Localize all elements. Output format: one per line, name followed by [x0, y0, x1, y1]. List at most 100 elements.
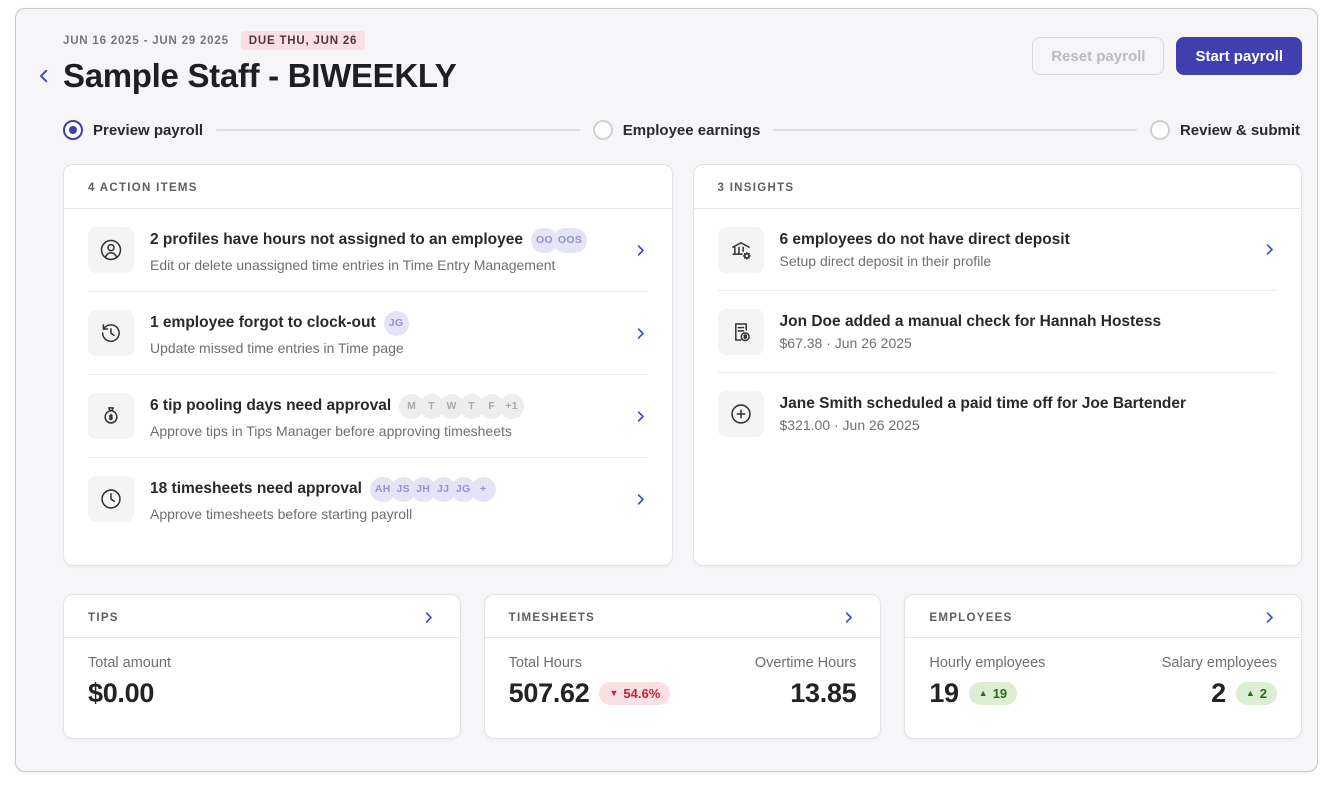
title-row: Sample Staff - BIWEEKLY	[34, 57, 456, 95]
delta-value: 2	[1260, 686, 1267, 701]
insight-paid-time-off[interactable]: Jane Smith scheduled a paid time off for…	[694, 373, 1302, 454]
step-review-submit[interactable]: Review & submit	[1150, 120, 1300, 140]
step-radio-icon	[593, 120, 613, 140]
step-label: Employee earnings	[623, 122, 761, 139]
action-item-body: 1 employee forgot to clock-out JG Update…	[150, 311, 409, 356]
day-badge: +1	[499, 394, 524, 419]
action-item-timesheets[interactable]: 18 timesheets need approval AH JS JH JJ …	[64, 458, 672, 540]
triangle-up-icon: ▲	[979, 689, 988, 698]
action-item-subtitle: Edit or delete unassigned time entries i…	[150, 257, 587, 273]
chevron-right-icon[interactable]	[421, 610, 436, 625]
action-items-header: 4 ACTION ITEMS	[64, 165, 672, 209]
action-item-title: 1 employee forgot to clock-out	[150, 314, 376, 332]
action-item-subtitle: Approve tips in Tips Manager before appr…	[150, 423, 524, 439]
step-radio-icon	[63, 120, 83, 140]
chevron-right-icon[interactable]	[1262, 242, 1277, 257]
profile-badges: JG	[384, 311, 409, 336]
payroll-stepper: Preview payroll Employee earnings Review…	[63, 120, 1300, 140]
insight-manual-check[interactable]: Jon Doe added a manual check for Hannah …	[694, 291, 1302, 372]
chevron-right-icon[interactable]	[633, 243, 648, 258]
step-connector	[773, 129, 1137, 131]
start-payroll-button[interactable]: Start payroll	[1176, 37, 1302, 75]
user-circle-icon	[88, 227, 134, 273]
action-item-unassigned-hours[interactable]: 2 profiles have hours not assigned to an…	[64, 209, 672, 291]
insight-subtitle: Setup direct deposit in their profile	[780, 253, 1070, 269]
profile-badges: AH JS JH JJ JG +	[370, 477, 496, 502]
action-item-body: 2 profiles have hours not assigned to an…	[150, 228, 587, 273]
delta-value: 54.6%	[623, 686, 660, 701]
clock-icon	[88, 476, 134, 522]
action-item-subtitle: Approve timesheets before starting payro…	[150, 506, 496, 522]
action-item-body: 18 timesheets need approval AH JS JH JJ …	[150, 477, 496, 522]
header-actions: Reset payroll Start payroll	[1032, 37, 1302, 95]
header-left: JUN 16 2025 - JUN 29 2025 DUE THU, JUN 2…	[63, 27, 456, 95]
bank-gear-icon	[718, 227, 764, 273]
insight-title: 6 employees do not have direct deposit	[780, 231, 1070, 249]
metric-value: $0.00	[88, 678, 154, 709]
chevron-right-icon[interactable]	[841, 610, 856, 625]
profile-badge: JG	[384, 311, 409, 336]
metric-label: Total Hours	[509, 655, 671, 671]
metric-label: Hourly employees	[929, 655, 1045, 671]
delta-value: 19	[993, 686, 1007, 701]
metric-value: 19	[929, 678, 958, 709]
profile-badge: +	[471, 477, 496, 502]
action-item-tip-pooling[interactable]: 6 tip pooling days need approval M T W T…	[64, 375, 672, 457]
action-item-title: 2 profiles have hours not assigned to an…	[150, 231, 523, 249]
metric-value: 507.62	[509, 678, 590, 709]
step-label: Preview payroll	[93, 122, 203, 139]
insight-body: Jon Doe added a manual check for Hannah …	[780, 313, 1162, 351]
pay-period-dates: JUN 16 2025 - JUN 29 2025	[63, 35, 229, 47]
timesheets-card: TIMESHEETS Total Hours 507.62 ▼ 54.6% Ove…	[484, 594, 882, 739]
action-item-body: 6 tip pooling days need approval M T W T…	[150, 394, 524, 439]
action-item-clock-out[interactable]: 1 employee forgot to clock-out JG Update…	[64, 292, 672, 374]
total-hours-metric: Total Hours 507.62 ▼ 54.6%	[509, 655, 671, 709]
action-item-title: 6 tip pooling days need approval	[150, 397, 391, 415]
tips-total-metric: Total amount $0.00	[88, 655, 171, 709]
action-item-title: 18 timesheets need approval	[150, 480, 362, 498]
plus-circle-icon	[718, 391, 764, 437]
metric-label: Salary employees	[1162, 655, 1277, 671]
back-chevron-icon[interactable]	[34, 62, 54, 90]
action-items-card: 4 ACTION ITEMS 2 profiles have hours not…	[63, 164, 673, 566]
metric-label: Total amount	[88, 655, 171, 671]
insight-title: Jon Doe added a manual check for Hannah …	[780, 313, 1162, 331]
manual-check-icon	[718, 309, 764, 355]
insights-card: 3 INSIGHTS 6 employees do not have direc…	[693, 164, 1303, 566]
hourly-employees-metric: Hourly employees 19 ▲ 19	[929, 655, 1045, 709]
pay-period-row: JUN 16 2025 - JUN 29 2025 DUE THU, JUN 2…	[63, 31, 456, 50]
chevron-right-icon[interactable]	[633, 492, 648, 507]
due-date-badge: DUE THU, JUN 26	[241, 31, 366, 50]
insights-header: 3 INSIGHTS	[694, 165, 1302, 209]
page-header: JUN 16 2025 - JUN 29 2025 DUE THU, JUN 2…	[63, 27, 1302, 95]
step-connector	[216, 129, 580, 131]
profile-badges: OO OOS	[531, 228, 587, 253]
insight-direct-deposit[interactable]: 6 employees do not have direct deposit S…	[694, 209, 1302, 290]
history-clock-icon	[88, 310, 134, 356]
insight-body: 6 employees do not have direct deposit S…	[780, 231, 1070, 269]
step-employee-earnings[interactable]: Employee earnings	[593, 120, 761, 140]
metric-value: 13.85	[790, 678, 856, 709]
stats-cards-row: TIPS Total amount $0.00 TIMESHEETS	[63, 594, 1302, 739]
profile-badge: OOS	[553, 228, 587, 253]
page-title: Sample Staff - BIWEEKLY	[63, 57, 456, 95]
step-preview-payroll[interactable]: Preview payroll	[63, 120, 203, 140]
tips-header: TIPS	[88, 612, 119, 624]
triangle-down-icon: ▼	[609, 689, 618, 698]
delta-up-badge: ▲ 19	[969, 682, 1017, 705]
action-item-subtitle: Update missed time entries in Time page	[150, 340, 409, 356]
reset-payroll-button[interactable]: Reset payroll	[1032, 37, 1164, 75]
chevron-right-icon[interactable]	[633, 326, 648, 341]
chevron-right-icon[interactable]	[1262, 610, 1277, 625]
employees-header: EMPLOYEES	[929, 612, 1012, 624]
salary-employees-metric: Salary employees 2 ▲2	[1162, 655, 1277, 709]
insight-body: Jane Smith scheduled a paid time off for…	[780, 395, 1187, 433]
insight-subtitle: $321.00 · Jun 26 2025	[780, 417, 1187, 433]
delta-down-badge: ▼ 54.6%	[599, 682, 670, 705]
overtime-hours-metric: Overtime Hours 13.85	[755, 655, 857, 709]
chevron-right-icon[interactable]	[633, 409, 648, 424]
employees-card: EMPLOYEES Hourly employees 19 ▲ 19 Salary…	[904, 594, 1302, 739]
timesheets-header: TIMESHEETS	[509, 612, 595, 624]
tips-card: TIPS Total amount $0.00	[63, 594, 461, 739]
step-radio-icon	[1150, 120, 1170, 140]
